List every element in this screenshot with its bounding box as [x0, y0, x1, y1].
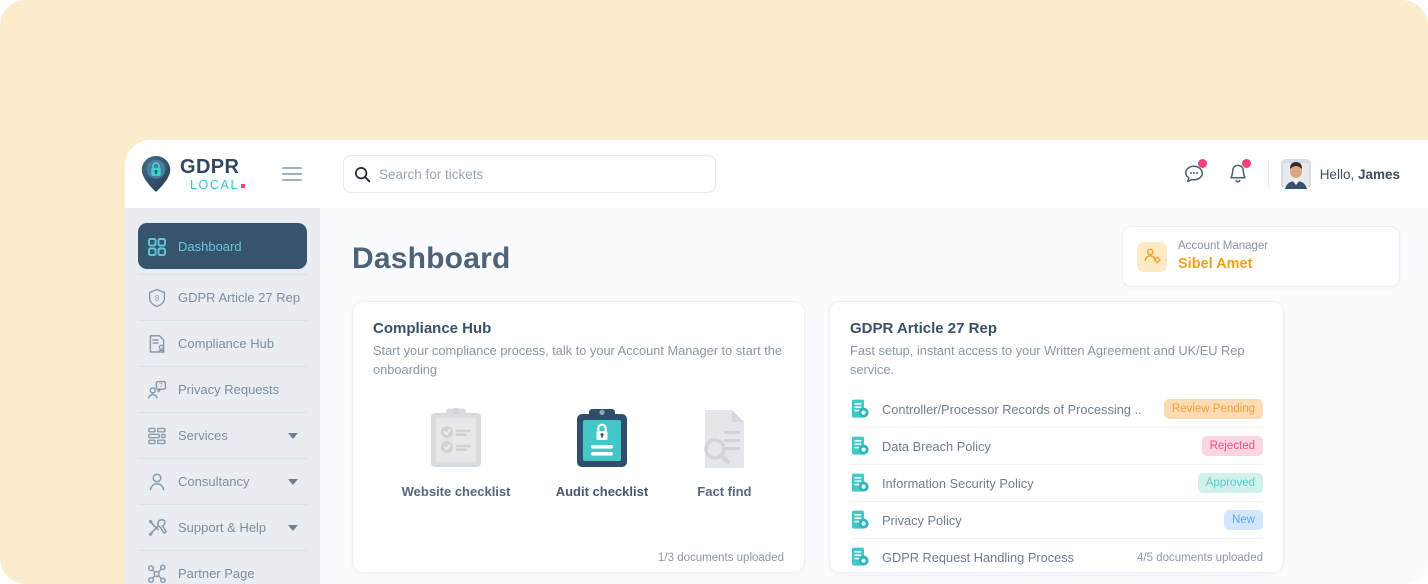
sidebar-item-services[interactable]: Services: [138, 412, 307, 458]
sidebar-item-label: Privacy Requests: [178, 382, 280, 397]
svg-text:8: 8: [155, 294, 160, 303]
search-box[interactable]: [343, 155, 716, 193]
clipboard-lock-icon: [576, 409, 627, 468]
document-badge-icon: [852, 510, 869, 529]
sidebar-item-label: Consultancy: [178, 474, 250, 489]
chat-unread-badge: [1197, 159, 1207, 168]
user-question-icon: ?: [147, 380, 167, 399]
app-body: Dashboard 8 GDPR Article 27 Rep Complian…: [125, 208, 1428, 584]
tile-label: Website checklist: [401, 484, 511, 500]
screenshot-root: GDPR LOCAL Search for tickets Hello, Jam…: [0, 0, 1428, 584]
document-badge-icon: [852, 473, 869, 492]
document-name: Information Security Policy: [882, 475, 1034, 491]
tile-fact-find[interactable]: Fact find: [693, 407, 755, 499]
account-manager-name: Sibel Amet: [1178, 256, 1253, 273]
article27-counter: 4/5 documents uploaded: [1137, 552, 1263, 564]
document-row[interactable]: Controller/Processor Records of Processi…: [850, 391, 1263, 429]
document-row[interactable]: Information Security Policy Approved: [850, 465, 1263, 503]
account-manager-icon: [1137, 241, 1167, 272]
dashboard-cards: Compliance Hub Start your compliance pro…: [352, 301, 1400, 577]
status-badge: Review Pending: [1163, 399, 1263, 420]
status-badge: New: [1223, 510, 1263, 531]
card-subtitle: Fast setup, instant access to your Writt…: [850, 343, 1245, 377]
greeting-text: Hello, James: [1319, 166, 1400, 182]
logo-wordmark: GDPR LOCAL: [180, 157, 245, 192]
document-name: Privacy Policy: [882, 512, 962, 528]
sidebar-item-label: Partner Page: [178, 566, 255, 581]
tile-website-checklist[interactable]: Website checklist: [401, 407, 511, 500]
status-badge: Rejected: [1201, 436, 1263, 457]
sidebar-item-consultancy[interactable]: Consultancy: [138, 458, 307, 504]
sidebar-item-label: Services: [178, 428, 228, 443]
location-pin-lock-icon: [141, 155, 171, 193]
document-badge-icon: [852, 399, 869, 418]
tile-label: Audit checklist: [555, 484, 649, 500]
network-nodes-icon: [147, 564, 166, 583]
search-input[interactable]: [379, 166, 705, 182]
tile-label: Fact find: [697, 484, 752, 500]
sidebar-item-compliance-hub[interactable]: Compliance Hub: [138, 320, 307, 366]
notifications-button[interactable]: [1216, 154, 1260, 194]
account-manager-role: Account Manager: [1178, 240, 1269, 253]
document-search-icon: [704, 410, 745, 469]
sidebar-item-label: Compliance Hub: [178, 336, 275, 351]
document-badge-icon: [852, 436, 869, 455]
account-manager-text: Account Manager Sibel Amet: [1178, 238, 1268, 275]
account-manager-card[interactable]: Account Manager Sibel Amet: [1122, 226, 1400, 287]
document-list: Controller/Processor Records of Processi…: [850, 391, 1263, 577]
user-avatar: [1280, 159, 1311, 189]
sidebar-item-partner-page[interactable]: Partner Page: [138, 550, 307, 584]
logo-pink-dot: [241, 183, 245, 188]
chevron-down-icon[interactable]: [288, 478, 298, 485]
document-name: Data Breach Policy: [882, 438, 991, 454]
chevron-down-icon[interactable]: [288, 432, 298, 439]
top-bar-main: Hello, James: [320, 140, 1428, 208]
sidebar-item-support-help[interactable]: Support & Help: [138, 504, 307, 550]
document-badge-icon: [852, 547, 869, 566]
card-subtitle: Start your compliance process, talk to y…: [373, 343, 782, 377]
document-name: Controller/Processor Records of Processi…: [882, 401, 1142, 417]
checklist-tiles: Website checklist Audit checklist Fact f…: [373, 407, 784, 499]
brand-zone: GDPR LOCAL: [125, 140, 320, 208]
divider: [1267, 160, 1269, 188]
top-bar-actions: Hello, James: [1172, 154, 1400, 194]
card-title: Compliance Hub: [373, 320, 492, 337]
gdpr-article-27-card: GDPR Article 27 Rep Fast setup, instant …: [829, 301, 1284, 577]
sidebar-item-label: Support & Help: [178, 520, 267, 535]
document-row[interactable]: Privacy Policy New: [850, 502, 1263, 540]
chevron-down-icon[interactable]: [288, 524, 298, 531]
app-logo[interactable]: GDPR LOCAL: [139, 155, 245, 193]
notifications-unread-badge: [1241, 159, 1251, 168]
app-window: GDPR LOCAL Search for tickets Hello, Jam…: [125, 140, 1428, 584]
status-badge: Approved: [1197, 473, 1263, 494]
grid-dashboard-icon: [148, 237, 166, 256]
main-content: Account Manager Sibel Amet Dashboard Com…: [320, 208, 1428, 584]
logo-gdpr-text: GDPR: [180, 155, 240, 178]
document-name: GDPR Request Handling Process: [882, 549, 1075, 565]
top-bar: GDPR LOCAL Search for tickets Hello, Jam…: [125, 140, 1428, 208]
sidebar-item-privacy-requests[interactable]: ? Privacy Requests: [138, 366, 307, 412]
svg-text:?: ?: [159, 382, 163, 389]
services-list-icon: [148, 427, 166, 444]
sidebar-item-gdpr-article-27-rep[interactable]: 8 GDPR Article 27 Rep: [138, 274, 307, 320]
tile-audit-checklist[interactable]: Audit checklist: [556, 407, 648, 499]
logo-local-text: LOCAL: [180, 179, 245, 192]
document-user-icon: [149, 334, 165, 353]
tools-icon: [148, 518, 167, 536]
chat-button[interactable]: [1172, 154, 1216, 194]
compliance-hub-card: Compliance Hub Start your compliance pro…: [352, 301, 805, 573]
sidebar-item-label: GDPR Article 27 Rep: [178, 290, 301, 305]
card-title: GDPR Article 27 Rep: [850, 320, 997, 337]
hamburger-menu-icon[interactable]: [282, 167, 302, 181]
document-row[interactable]: Data Breach Policy Rejected: [850, 428, 1263, 466]
person-icon: [149, 472, 165, 490]
sidebar: Dashboard 8 GDPR Article 27 Rep Complian…: [125, 208, 320, 584]
clipboard-checklist-icon: [431, 407, 482, 468]
search-icon: [355, 166, 371, 182]
sidebar-item-dashboard[interactable]: Dashboard: [138, 223, 307, 269]
compliance-hub-counter: 1/3 documents uploaded: [658, 552, 784, 564]
shield-8-icon: 8: [148, 288, 166, 307]
user-menu[interactable]: Hello, James: [1280, 159, 1400, 189]
sidebar-item-label: Dashboard: [178, 239, 242, 254]
